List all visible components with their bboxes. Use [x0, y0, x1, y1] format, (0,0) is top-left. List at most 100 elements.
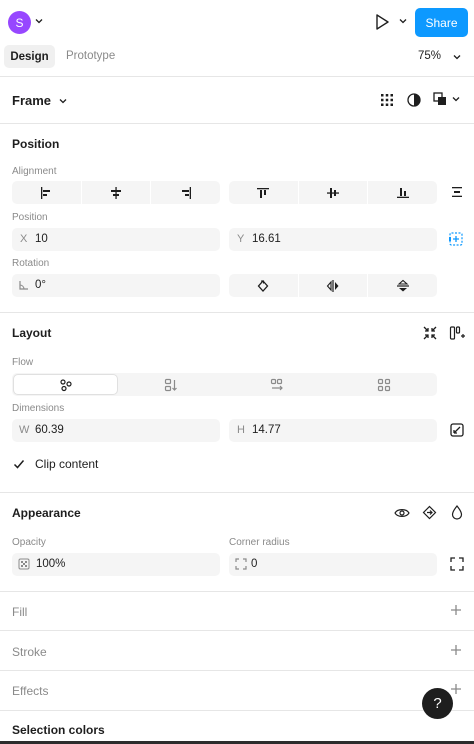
help-label: ? — [433, 695, 442, 712]
w-prefix: W — [19, 424, 30, 436]
position-label: Position — [12, 212, 48, 223]
width-field[interactable]: W 60.39 — [12, 419, 220, 442]
tab-design[interactable]: Design — [4, 45, 55, 68]
align-vertical-center-button[interactable] — [297, 181, 368, 204]
flip-vertical-button[interactable] — [367, 274, 437, 297]
tab-prototype[interactable]: Prototype — [66, 50, 115, 62]
opacity-value: 100% — [36, 558, 66, 570]
y-position-field[interactable]: Y 16.61 — [229, 228, 437, 251]
zoom-value: 75% — [418, 50, 442, 62]
opacity-field[interactable]: 100% — [12, 553, 220, 576]
corner-radius-value: 0 — [251, 558, 258, 570]
independent-corners-icon[interactable] — [450, 557, 464, 571]
dimensions-label: Dimensions — [12, 403, 65, 414]
share-label: Share — [425, 15, 458, 30]
selection-colors-section-title: Selection colors — [12, 723, 105, 737]
align-right-button[interactable] — [150, 181, 220, 204]
clip-content-label: Clip content — [35, 457, 99, 471]
position-section-title: Position — [12, 137, 60, 151]
x-prefix: X — [20, 233, 28, 245]
visibility-eye-icon[interactable] — [394, 506, 410, 520]
rotation-angle-icon — [18, 279, 30, 291]
user-avatar[interactable]: S — [8, 11, 31, 34]
clip-content-checkbox[interactable]: Clip content — [11, 456, 98, 472]
align-right-icon — [181, 186, 191, 199]
w-value: 60.39 — [35, 424, 64, 436]
alignment-label: Alignment — [12, 166, 57, 177]
drop-opacity-icon[interactable] — [451, 505, 463, 520]
align-left-button[interactable] — [12, 181, 81, 204]
align-top-button[interactable] — [229, 181, 298, 204]
divider — [0, 312, 474, 313]
avatar-initial: S — [15, 15, 24, 30]
resize-to-fit-icon[interactable] — [450, 423, 464, 437]
constraints-icon[interactable] — [448, 231, 464, 247]
corner-radius-field[interactable]: 0 — [229, 553, 437, 576]
add-fill-icon[interactable] — [450, 604, 462, 616]
layout-section-title: Layout — [12, 326, 52, 340]
corner-radius-icon — [235, 558, 247, 570]
divider — [0, 591, 474, 592]
opacity-label: Opacity — [12, 537, 46, 548]
add-stroke-icon[interactable] — [450, 644, 462, 656]
collapse-layout-icon[interactable] — [423, 326, 437, 340]
align-top-icon — [257, 187, 270, 198]
horizontal-flow-icon — [270, 378, 283, 390]
divider — [0, 710, 474, 711]
align-left-icon — [41, 186, 51, 199]
add-effect-icon[interactable] — [450, 683, 462, 695]
user-menu-chevron-icon[interactable] — [35, 18, 43, 24]
rotation-field[interactable]: 0° — [12, 274, 220, 297]
flow-vertical-button[interactable] — [118, 373, 224, 396]
fill-section-title: Fill — [12, 605, 28, 619]
appearance-section-title: Appearance — [12, 506, 81, 520]
boolean-union-icon[interactable] — [433, 92, 460, 106]
freeform-icon — [59, 378, 72, 391]
help-button[interactable]: ? — [422, 688, 453, 719]
align-horizontal-center-icon — [111, 186, 121, 199]
h-value: 14.77 — [252, 424, 281, 436]
blend-mode-icon[interactable] — [422, 505, 437, 520]
flow-options-group — [12, 373, 437, 396]
x-value: 10 — [35, 233, 48, 245]
corner-radius-label: Corner radius — [229, 537, 290, 548]
flow-grid-button[interactable] — [330, 373, 437, 396]
add-auto-layout-icon[interactable] — [449, 325, 465, 341]
frame-type-dropdown[interactable]: Frame — [12, 93, 67, 108]
h-prefix: H — [237, 424, 245, 436]
flip-horizontal-icon — [326, 279, 339, 292]
align-bottom-button[interactable] — [367, 181, 437, 204]
checkmark-icon — [13, 460, 25, 469]
horizontal-alignment-group — [12, 181, 220, 204]
vertical-flow-icon — [164, 378, 177, 391]
flip-vertical-icon — [396, 279, 409, 291]
component-grid-icon[interactable] — [380, 93, 394, 107]
chevron-down-icon — [452, 97, 460, 102]
frame-label: Frame — [12, 93, 52, 108]
stroke-section-title: Stroke — [12, 645, 47, 659]
divider — [0, 123, 474, 124]
x-position-field[interactable]: X 10 — [12, 228, 220, 251]
height-field[interactable]: H 14.77 — [229, 419, 437, 442]
flip-horizontal-button[interactable] — [297, 274, 368, 297]
flow-horizontal-button[interactable] — [224, 373, 330, 396]
distribute-spacing-icon[interactable] — [450, 185, 464, 199]
divider — [0, 492, 474, 493]
transform-group — [229, 274, 437, 297]
align-horizontal-center-button[interactable] — [80, 181, 151, 204]
zoom-level[interactable]: 75% — [418, 50, 441, 62]
share-button[interactable]: Share — [415, 8, 468, 37]
rotate-90-button[interactable] — [229, 274, 298, 297]
mask-icon[interactable] — [406, 92, 422, 108]
present-play-icon[interactable] — [374, 13, 390, 31]
rotation-value: 0° — [35, 279, 46, 291]
zoom-chevron-icon[interactable] — [453, 54, 461, 60]
y-value: 16.61 — [252, 233, 281, 245]
chevron-down-icon — [59, 98, 67, 103]
divider — [0, 630, 474, 631]
present-chevron-icon[interactable] — [399, 18, 407, 24]
tab-design-label: Design — [10, 50, 49, 63]
flow-freeform-button[interactable] — [13, 374, 118, 395]
opacity-checker-icon — [18, 558, 30, 570]
align-vertical-center-icon — [327, 187, 339, 198]
